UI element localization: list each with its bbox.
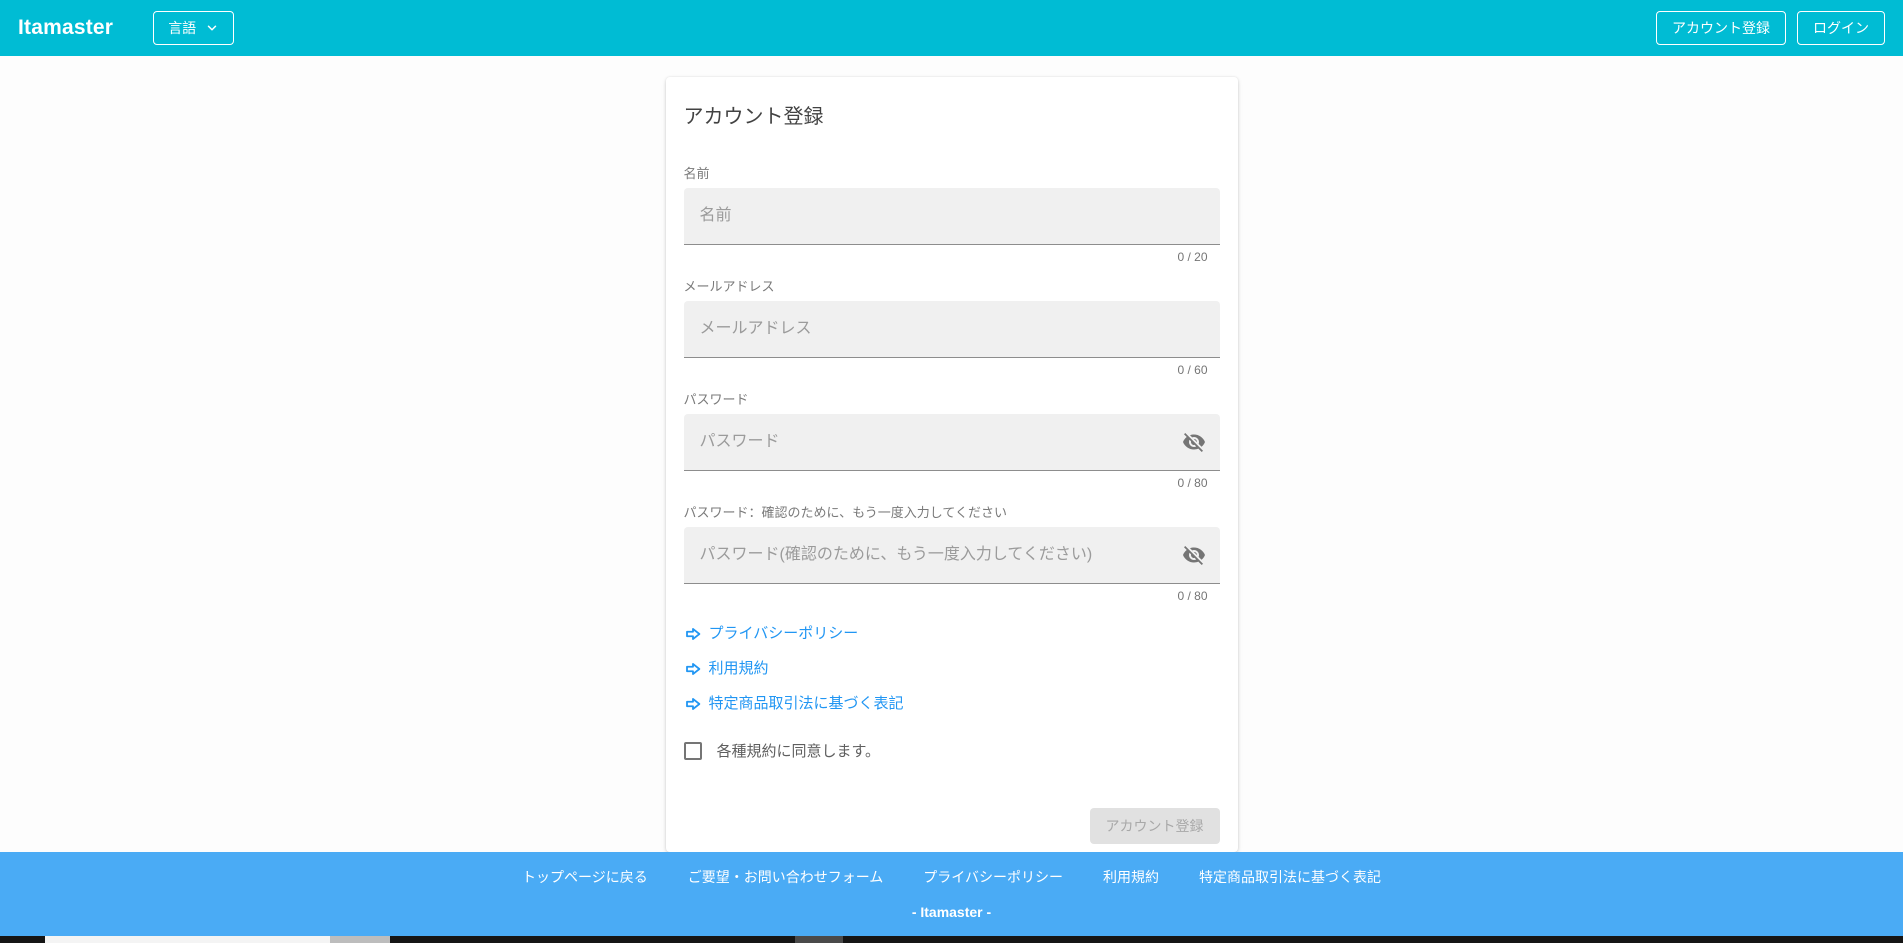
header-actions: アカウント登録 ログイン: [1656, 11, 1885, 45]
password-char-counter: 0 / 80: [1177, 476, 1208, 490]
name-field-label: 名前: [683, 166, 710, 181]
password-input[interactable]: [683, 414, 1181, 470]
password-input-wrap: [683, 414, 1220, 471]
agree-terms-label: 各種規約に同意します。: [716, 743, 881, 760]
footer-contact-form-link[interactable]: ご要望・お問い合わせフォーム: [688, 867, 884, 887]
arrow-right-icon: [684, 695, 702, 713]
footer-brand: - Itamaster -: [911, 904, 992, 920]
eye-off-icon: [1182, 430, 1206, 454]
email-char-counter: 0 / 60: [1177, 363, 1208, 377]
arrow-right-icon: [684, 660, 702, 678]
footer-privacy-policy-link[interactable]: プライバシーポリシー: [923, 867, 1063, 887]
app-logo[interactable]: Itamaster: [18, 16, 113, 40]
main-area: アカウント登録 名前 0 / 20 メールアドレス 0 / 60 パスワード: [0, 56, 1903, 852]
footer-terms-link[interactable]: 利用規約: [1103, 867, 1159, 887]
password-confirm-field-group: パスワード：確認のために、もう一度入力してください 0 / 80: [683, 502, 1220, 603]
name-input[interactable]: [683, 188, 1220, 244]
password-confirm-visibility-toggle[interactable]: [1181, 542, 1207, 568]
email-input-wrap: [683, 301, 1220, 358]
language-button[interactable]: 言語: [153, 11, 235, 45]
password-confirm-field-label: パスワード：確認のために、もう一度入力してください: [683, 505, 1007, 520]
register-card: アカウント登録 名前 0 / 20 メールアドレス 0 / 60 パスワード: [665, 77, 1238, 852]
policy-links: プライバシーポリシー 利用規約 特定商品取引法に基づく表記: [684, 625, 1220, 713]
privacy-policy-link-label: プライバシーポリシー: [708, 625, 859, 642]
header-login-button[interactable]: ログイン: [1797, 11, 1885, 45]
register-submit-button[interactable]: アカウント登録: [1089, 808, 1220, 844]
name-char-counter: 0 / 20: [1177, 250, 1208, 264]
commerce-law-link-label: 特定商品取引法に基づく表記: [708, 695, 904, 712]
agree-terms-checkbox[interactable]: [683, 741, 702, 760]
footer-links: トップページに戻る ご要望・お問い合わせフォーム プライバシーポリシー 利用規約…: [522, 867, 1381, 887]
eye-off-icon: [1182, 543, 1206, 567]
language-button-label: 言語: [168, 20, 197, 36]
commerce-law-link[interactable]: 特定商品取引法に基づく表記: [684, 695, 904, 713]
app-header: Itamaster 言語 アカウント登録 ログイン: [0, 0, 1903, 56]
password-confirm-char-counter: 0 / 80: [1177, 589, 1208, 603]
name-field-group: 名前 0 / 20: [683, 163, 1220, 264]
page-title: アカウント登録: [683, 106, 824, 128]
app-footer: トップページに戻る ご要望・お問い合わせフォーム プライバシーポリシー 利用規約…: [0, 852, 1903, 936]
name-input-wrap: [683, 188, 1220, 245]
password-field-label: パスワード: [683, 392, 749, 407]
privacy-policy-link[interactable]: プライバシーポリシー: [684, 625, 859, 643]
footer-top-page-link[interactable]: トップページに戻る: [522, 867, 648, 887]
header-register-button[interactable]: アカウント登録: [1656, 11, 1786, 45]
terms-of-service-link[interactable]: 利用規約: [684, 660, 769, 678]
email-input[interactable]: [683, 301, 1220, 357]
password-confirm-input[interactable]: [683, 527, 1181, 583]
card-actions: アカウント登録: [684, 808, 1220, 844]
footer-commerce-law-link[interactable]: 特定商品取引法に基づく表記: [1199, 867, 1381, 887]
email-field-group: メールアドレス 0 / 60: [683, 276, 1220, 377]
password-field-group: パスワード 0 / 80: [683, 389, 1220, 490]
password-confirm-input-wrap: [683, 527, 1220, 584]
email-field-label: メールアドレス: [683, 279, 775, 294]
password-visibility-toggle[interactable]: [1181, 429, 1207, 455]
terms-of-service-link-label: 利用規約: [708, 660, 769, 677]
chevron-down-icon: [205, 21, 219, 35]
arrow-right-icon: [684, 625, 702, 643]
agree-terms-row[interactable]: 各種規約に同意します。: [683, 740, 881, 761]
